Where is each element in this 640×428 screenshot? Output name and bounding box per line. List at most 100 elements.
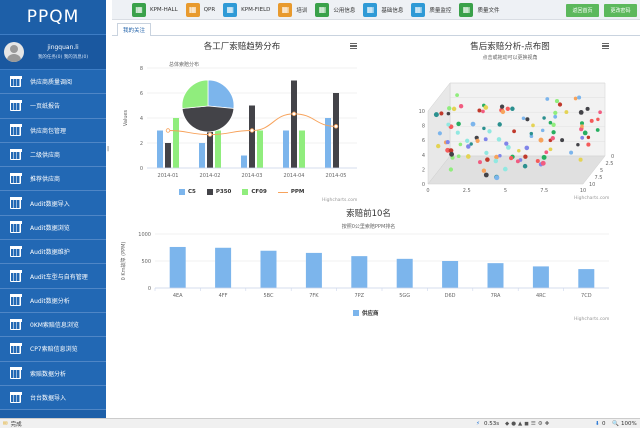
- scatter-chart-credits[interactable]: Highcharts.com: [574, 196, 609, 201]
- sidebar-item[interactable]: 供应商质量调阅: [0, 70, 106, 95]
- scatter-point[interactable]: [504, 141, 509, 146]
- pie-slice-C5[interactable]: [207, 79, 235, 109]
- scatter-point[interactable]: [540, 160, 546, 166]
- scatter-point[interactable]: [469, 142, 473, 146]
- scatter-point[interactable]: [554, 99, 560, 104]
- scatter-point[interactable]: [484, 150, 489, 156]
- download-icon[interactable]: ⬇: [595, 421, 600, 427]
- scatter-point[interactable]: [580, 124, 584, 128]
- scatter-point[interactable]: [525, 117, 530, 122]
- bar-CF09[interactable]: [173, 118, 179, 168]
- scatter-point[interactable]: [553, 114, 558, 119]
- bar-CF09[interactable]: [257, 130, 263, 169]
- bar-7PZ[interactable]: [351, 256, 368, 288]
- scatter-point[interactable]: [598, 110, 602, 115]
- scatter-point[interactable]: [502, 166, 508, 172]
- ppm-point[interactable]: [207, 132, 213, 137]
- sidebar-item[interactable]: Audit车型与自有管理: [0, 264, 106, 289]
- sidebar-item[interactable]: CP7索赔信息浏览: [0, 337, 106, 362]
- bar-7CD[interactable]: [578, 269, 595, 288]
- sidebar-item[interactable]: 供应商包管理: [0, 118, 106, 143]
- scatter-point[interactable]: [485, 157, 490, 162]
- sidebar-item[interactable]: Audit数据浏览: [0, 215, 106, 241]
- change-password-button[interactable]: 更改密码: [604, 4, 637, 17]
- toolbar-item[interactable]: ▦ 质量监控: [411, 2, 451, 17]
- pie-slice-P350[interactable]: [181, 105, 235, 133]
- scatter-point[interactable]: [557, 102, 563, 107]
- bar-4RC[interactable]: [532, 266, 549, 288]
- sidebar-item[interactable]: 0KM索赔信息浏览: [0, 312, 106, 338]
- bar-P350[interactable]: [291, 80, 297, 169]
- trend-chart-credits[interactable]: Highcharts.com: [322, 198, 357, 203]
- scatter-point[interactable]: [483, 137, 488, 142]
- scatter-point[interactable]: [531, 123, 535, 128]
- scatter-point[interactable]: [550, 136, 555, 141]
- scatter-point[interactable]: [505, 106, 510, 111]
- scatter-point[interactable]: [465, 154, 471, 159]
- scatter-point[interactable]: [523, 154, 528, 159]
- tab-my-focus[interactable]: 我的关注: [117, 23, 152, 36]
- bar-CF09[interactable]: [215, 130, 221, 169]
- scatter-point[interactable]: [596, 117, 600, 122]
- scatter-point[interactable]: [522, 163, 528, 169]
- scatter-point[interactable]: [548, 147, 553, 152]
- scatter-point[interactable]: [585, 106, 590, 111]
- scatter-point[interactable]: [500, 109, 506, 115]
- scatter-point[interactable]: [553, 110, 558, 116]
- scatter-point[interactable]: [512, 129, 517, 134]
- toolbar-item[interactable]: ▦ 质量文件: [459, 2, 499, 17]
- toolbar-item[interactable]: ▦ 基础信息: [363, 2, 403, 17]
- scatter-point[interactable]: [456, 121, 461, 127]
- scatter-point[interactable]: [510, 106, 515, 112]
- scatter-point[interactable]: [498, 153, 502, 158]
- scatter-point[interactable]: [445, 140, 450, 145]
- bar-5GG[interactable]: [396, 258, 413, 288]
- sidebar-item[interactable]: 索赔数据分析: [0, 361, 106, 386]
- bar-C5[interactable]: [241, 155, 247, 169]
- bar-C5[interactable]: [157, 130, 163, 169]
- scatter-point[interactable]: [506, 145, 511, 150]
- bar-4EA[interactable]: [169, 246, 186, 288]
- scatter-point[interactable]: [582, 130, 588, 136]
- sidebar-item[interactable]: Audit数据分析: [0, 288, 106, 313]
- toolbar-item[interactable]: ▦ 培训: [278, 2, 307, 17]
- scatter-point[interactable]: [515, 159, 520, 164]
- scatter-point[interactable]: [529, 131, 534, 136]
- scatter-point[interactable]: [487, 129, 492, 134]
- scatter-point[interactable]: [544, 150, 549, 155]
- top10-chart-credits[interactable]: Highcharts.com: [574, 317, 609, 322]
- scatter-point[interactable]: [569, 150, 574, 155]
- toolbar-item[interactable]: ▦ QPR: [185, 2, 215, 17]
- scatter-point[interactable]: [541, 154, 547, 160]
- scatter-point[interactable]: [580, 135, 585, 140]
- scatter-point[interactable]: [589, 118, 594, 123]
- scatter-point[interactable]: [521, 116, 526, 121]
- scatter-point[interactable]: [545, 97, 550, 101]
- bar-P350[interactable]: [165, 143, 171, 168]
- scatter-point[interactable]: [437, 131, 442, 136]
- toolbar-item[interactable]: ▦ KPM-FIELD: [223, 2, 270, 17]
- zoom-icon[interactable]: 🔍: [612, 421, 619, 427]
- pie-slice-CF09[interactable]: [181, 79, 209, 109]
- toolbar-item[interactable]: ▦ KPM-HALL: [132, 2, 178, 17]
- scatter-point[interactable]: [586, 142, 591, 147]
- scatter-point[interactable]: [524, 145, 530, 151]
- scatter-point[interactable]: [458, 104, 464, 109]
- scatter-point[interactable]: [577, 95, 582, 100]
- return-home-button[interactable]: 返回首页: [566, 4, 599, 17]
- scatter-point[interactable]: [586, 135, 591, 140]
- scatter-point[interactable]: [493, 158, 499, 164]
- scatter-point[interactable]: [564, 110, 569, 115]
- user-links[interactable]: 我的任务(0) 我的消息(0): [24, 54, 102, 60]
- scatter-point[interactable]: [517, 149, 521, 153]
- scatter-point[interactable]: [455, 93, 459, 97]
- scatter-point[interactable]: [451, 106, 457, 112]
- scatter-point[interactable]: [439, 111, 444, 116]
- bar-D6D[interactable]: [442, 261, 459, 288]
- scatter-point[interactable]: [475, 138, 480, 144]
- bar-7FK[interactable]: [305, 252, 322, 288]
- scatter-point[interactable]: [494, 154, 499, 160]
- legend-item[interactable]: C5: [179, 189, 196, 195]
- scatter-point[interactable]: [481, 168, 487, 173]
- legend-item[interactable]: P350: [206, 189, 231, 195]
